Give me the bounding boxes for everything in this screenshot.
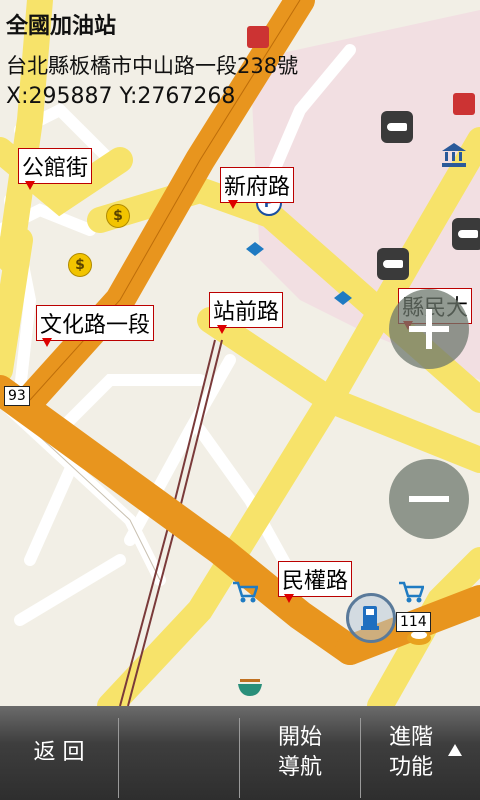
- poi-title: 全國加油站: [6, 14, 117, 39]
- bottom-toolbar: 返 回 開始 導航 進階 功能: [0, 706, 480, 800]
- street-label-pin: [228, 200, 238, 209]
- back-button[interactable]: 返 回: [0, 706, 118, 800]
- bus-stop-icon[interactable]: [246, 242, 264, 256]
- street-label-minquan: 民權路: [278, 561, 353, 597]
- street-label-zhanqian: 站前路: [209, 292, 284, 328]
- bus-stop-icon[interactable]: [334, 291, 352, 305]
- empty-toolbar-slot: [119, 706, 239, 800]
- back-button-label: 返 回: [33, 740, 85, 765]
- map-view[interactable]: $ $ P 93 114 公館街 新府路 文化路一段 站前路 民權路 縣民大 全…: [0, 0, 480, 706]
- hospital-icon[interactable]: [453, 93, 475, 115]
- gas-station-marker[interactable]: [346, 593, 396, 643]
- zoom-out-button[interactable]: [389, 459, 469, 539]
- zoom-in-button[interactable]: [389, 289, 469, 369]
- advanced-functions-label-line2: 功能: [388, 755, 433, 780]
- road-shield-114: 114: [396, 612, 431, 632]
- expand-up-icon[interactable]: [448, 744, 462, 756]
- bank-icon[interactable]: $: [106, 204, 130, 228]
- street-label-pin: [42, 338, 52, 347]
- start-navigation-label-line2: 導航: [277, 755, 322, 780]
- poi-address: 台北縣板橋市中山路一段238號: [6, 54, 299, 78]
- street-label-xinfu: 新府路: [220, 167, 295, 203]
- government-building-icon[interactable]: [442, 143, 466, 167]
- plus-icon-vertical: [426, 309, 432, 349]
- road-shield-93: 93: [4, 386, 30, 406]
- map-coordinates: X:295887 Y:2767268: [6, 84, 236, 109]
- start-navigation-button[interactable]: 開始 導航: [240, 706, 360, 800]
- street-label-pin: [284, 594, 294, 603]
- street-label-pin: [25, 181, 35, 190]
- advanced-functions-button[interactable]: 進階 功能: [361, 706, 461, 800]
- street-label-pin: [217, 325, 227, 334]
- train-station-icon[interactable]: [381, 111, 413, 143]
- train-station-icon[interactable]: [452, 218, 480, 250]
- advanced-functions-label-line1: 進階: [388, 725, 433, 750]
- bank-icon[interactable]: $: [68, 253, 92, 277]
- street-label-gongguan: 公館街: [18, 148, 93, 184]
- start-navigation-label-line1: 開始: [277, 725, 322, 750]
- street-label-wenhua: 文化路一段: [36, 305, 155, 341]
- minus-icon: [409, 496, 449, 502]
- restaurant-icon[interactable]: [236, 676, 264, 698]
- train-station-icon[interactable]: [377, 248, 409, 280]
- hospital-icon[interactable]: [247, 26, 269, 48]
